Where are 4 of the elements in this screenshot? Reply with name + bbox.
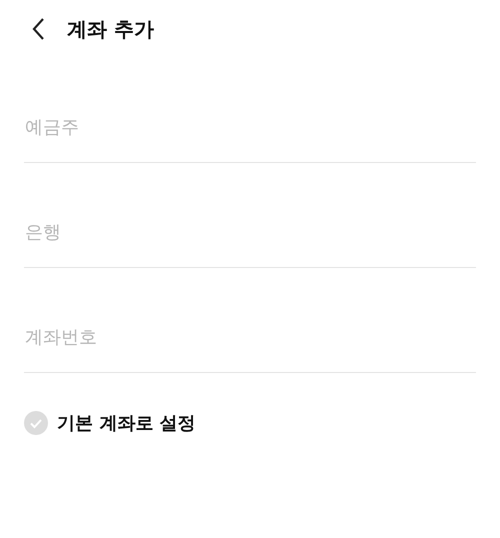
page-title: 계좌 추가 [67, 16, 154, 42]
back-icon[interactable] [31, 17, 45, 41]
checkbox[interactable] [24, 411, 48, 435]
checkbox-label[interactable]: 기본 계좌로 설정 [57, 411, 196, 435]
